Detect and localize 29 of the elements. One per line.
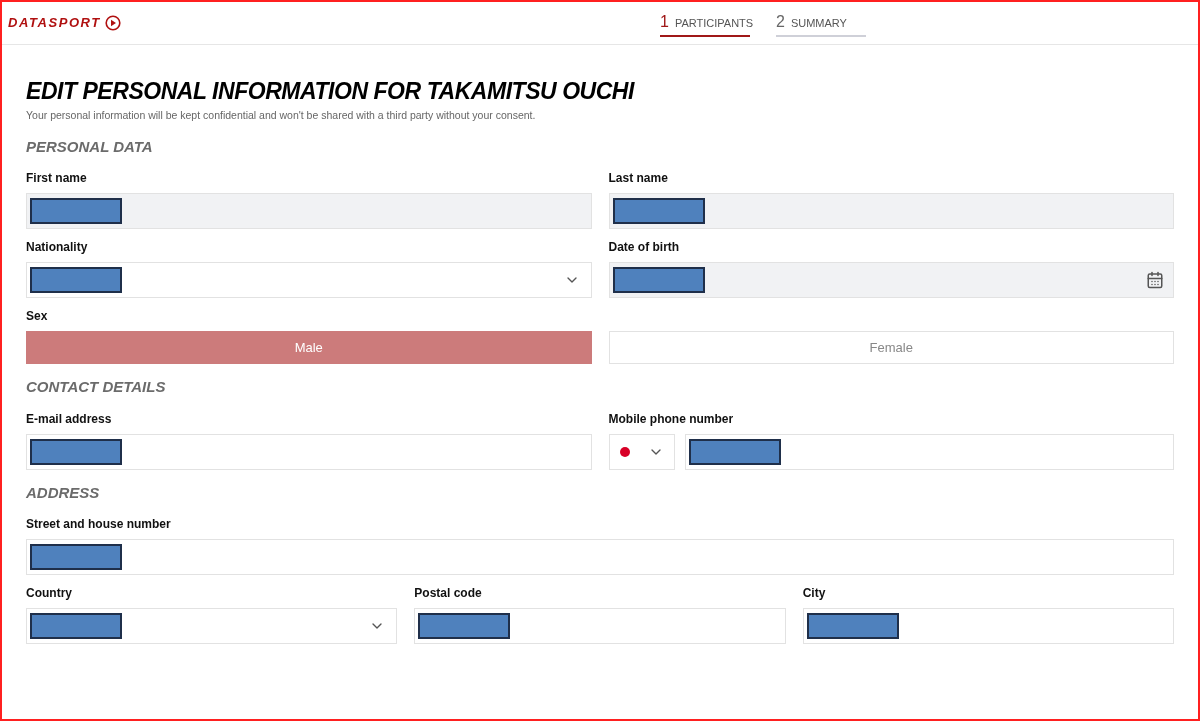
page-title: EDIT PERSONAL INFORMATION FOR TAKAMITSU OUCHI xyxy=(26,77,636,105)
logo-text: DATASPORT xyxy=(8,14,101,33)
field-label: City xyxy=(802,585,827,603)
field-label: Postal code xyxy=(414,585,483,603)
text-field[interactable] xyxy=(26,539,1174,576)
play-circle-icon xyxy=(104,15,121,31)
field-label: Sex xyxy=(26,308,49,326)
field-label: Nationality xyxy=(26,239,89,257)
field-label: Country xyxy=(26,585,73,603)
field-label: Street and house number xyxy=(26,516,172,534)
option-button[interactable]: Female xyxy=(608,331,1174,365)
field-label: First name xyxy=(26,170,88,188)
field-label: Date of birth xyxy=(608,239,681,257)
flag-icon xyxy=(619,446,630,457)
field-label: Mobile phone number xyxy=(608,410,735,428)
country-code-select[interactable] xyxy=(608,433,675,470)
page-subtitle: Your personal information will be kept confidential and won't be shared with a third party without your consent. xyxy=(26,108,537,123)
select-field[interactable] xyxy=(26,608,398,645)
field-label: Last name xyxy=(608,170,669,188)
section-heading: ADDRESS xyxy=(26,482,101,503)
field-label: E-mail address xyxy=(26,410,113,428)
text-field[interactable] xyxy=(414,608,786,645)
text-field[interactable] xyxy=(26,433,592,470)
phone-field[interactable] xyxy=(684,433,1174,470)
step-tab[interactable]: 2 SUMMARY xyxy=(776,10,866,37)
section-heading: CONTACT DETAILS xyxy=(26,377,167,398)
select-field[interactable] xyxy=(26,262,592,299)
section-heading: PERSONAL DATA xyxy=(26,136,154,157)
text-field[interactable] xyxy=(802,608,1174,645)
